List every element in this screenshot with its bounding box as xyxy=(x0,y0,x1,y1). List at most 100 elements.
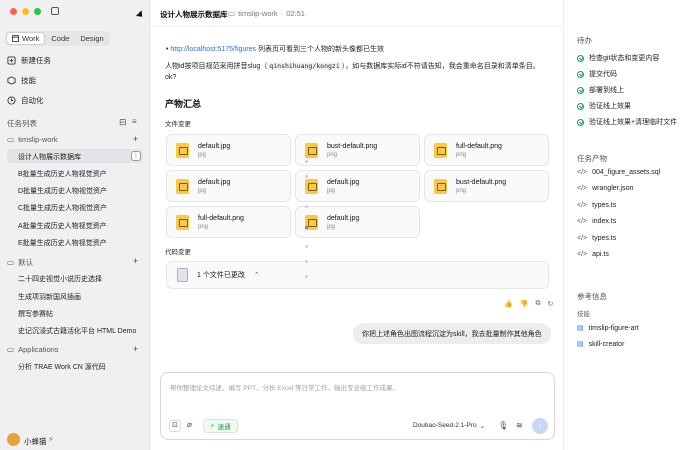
artifact-item[interactable]: </> types.ts xyxy=(577,235,616,242)
avatar[interactable] xyxy=(7,433,20,446)
page-title: 设计人物展示数据库 xyxy=(160,10,228,19)
message-bullet: • http://localhost:5175/figures 列表页可看到三个… xyxy=(166,46,384,53)
project-name[interactable]: timslip-work xyxy=(238,9,278,18)
thumbs-down-icon[interactable]: 👎 xyxy=(520,300,529,308)
task-menu-icon[interactable]: ⋮ xyxy=(131,151,141,161)
file-name: default.jpg xyxy=(327,214,360,222)
task-item[interactable]: 撰写参赛帖 xyxy=(18,309,53,319)
tab-design[interactable]: Design xyxy=(75,32,108,45)
add-task-icon[interactable]: + xyxy=(133,134,138,144)
check-circle-icon xyxy=(577,118,584,126)
thumbs-up-icon[interactable]: 👍 xyxy=(504,300,513,308)
artifacts-title: 任务产物 xyxy=(577,154,607,163)
bolt-icon: ⚡ xyxy=(210,423,215,430)
file-card[interactable]: default.jpg jpg xyxy=(295,206,420,238)
artifact-item[interactable]: </> wrangler.json xyxy=(577,185,633,192)
folder-icon: ▭ xyxy=(7,345,15,354)
close-window-button[interactable] xyxy=(10,8,17,15)
todo-item: 验证线上效果 xyxy=(577,101,631,111)
file-name: default.jpg xyxy=(198,178,231,186)
task-item[interactable]: E批量生成历史人物视觉资产 xyxy=(18,238,107,248)
main-panel: 设计人物展示数据库 ▭ timslip-work · 02:51 • http:… xyxy=(150,0,563,450)
automation-nav-item[interactable]: 自动化 xyxy=(7,95,44,106)
timeline-dot xyxy=(305,260,308,263)
artifact-item[interactable]: </> api.ts xyxy=(577,251,609,258)
line2-suffix: ），如与数据库实际id不符请告知，我会重命名目录和清单条目。 xyxy=(341,63,540,70)
group-name: 默认 xyxy=(18,258,34,267)
file-ext: jpg xyxy=(327,223,336,230)
todo-label: 提交代码 xyxy=(589,71,617,78)
task-item[interactable]: 二十四史视觉小说历史选择 xyxy=(18,274,102,284)
tab-code[interactable]: Code xyxy=(46,32,74,45)
skill-item[interactable]: ▤ skill-creator xyxy=(577,340,624,349)
artifact-item[interactable]: </> types.ts xyxy=(577,202,616,209)
file-card[interactable]: bust-default.png png xyxy=(295,134,420,166)
composer[interactable]: 帮你整理论文综述、编写 PPT、分析 Excel 等日常工作，输出专业级工作成果… xyxy=(160,372,555,440)
microphone-icon[interactable]: 🎙 xyxy=(498,421,508,430)
add-task-icon[interactable]: + xyxy=(133,256,138,266)
file-card[interactable]: bust-default.png png xyxy=(424,170,549,202)
skills-nav-item[interactable]: 技能 xyxy=(7,75,36,86)
file-card[interactable]: default.jpg jpg xyxy=(295,170,420,202)
file-name: bust-default.png xyxy=(456,178,507,186)
file-card[interactable]: full-default.png png xyxy=(424,134,549,166)
header-divider xyxy=(150,26,563,27)
filter-icon[interactable]: ≡ xyxy=(132,117,137,126)
line2-end: ok? xyxy=(165,74,177,81)
task-item[interactable]: 设计人物展示数据库 xyxy=(18,152,81,162)
group-timslip-work[interactable]: ▭ timslip-work xyxy=(7,135,58,144)
composer-placeholder[interactable]: 帮你整理论文综述、编写 PPT、分析 Excel 等日常工作，输出专业级工作成果… xyxy=(170,382,540,392)
model-selector[interactable]: Doubao-Seed-2.1-Pro ⌄ xyxy=(413,422,485,430)
timeline-dot xyxy=(305,175,308,178)
attachment-box-icon[interactable]: ⊡ xyxy=(169,420,181,432)
task-item[interactable]: C批量生成历史人物视觉资产 xyxy=(18,203,107,213)
minimize-window-button[interactable] xyxy=(22,8,29,15)
expand-icon: ⌃ xyxy=(253,272,260,279)
file-name: full-default.png xyxy=(198,214,244,222)
file-card[interactable]: full-default.png png xyxy=(166,206,291,238)
check-circle-icon xyxy=(577,102,584,110)
task-item[interactable]: A批量生成历史人物视觉资产 xyxy=(18,221,107,231)
file-card[interactable]: default.jpg jpg xyxy=(166,134,291,166)
skill-item[interactable]: ▤ timslip-figure-art xyxy=(577,324,639,333)
task-item[interactable]: 史记沉浸式古籍活化平台 HTML Demo xyxy=(18,326,136,336)
slug-code: qinshihuang/kongzi xyxy=(267,62,342,70)
task-item[interactable]: 生成项羽新国风插画 xyxy=(18,292,81,302)
collapse-icon[interactable]: ⊟ xyxy=(119,117,127,128)
book-icon: ▤ xyxy=(577,325,584,332)
file-card[interactable]: default.jpg jpg xyxy=(166,170,291,202)
file-ext: jpg xyxy=(198,151,207,158)
tab-work[interactable]: Work xyxy=(6,32,46,45)
sidebar-toggle-icon[interactable] xyxy=(51,7,59,15)
file-ext: png xyxy=(456,187,467,194)
image-file-icon xyxy=(176,142,189,158)
task-item[interactable]: D批量生成历史人物视觉资产 xyxy=(18,186,107,196)
copy-icon[interactable]: ⧉ xyxy=(535,300,540,308)
sidebar: Work Code Design 新建任务 技能 自动化 任务列表 ⊟ ≡ ▭ … xyxy=(0,0,150,450)
task-item[interactable]: B批量生成历史人物视觉资产 xyxy=(18,169,107,179)
refresh-icon[interactable]: ↻ xyxy=(547,300,553,308)
mode-switcher: Work Code Design xyxy=(5,31,110,46)
localhost-link[interactable]: http://localhost:5175/figures xyxy=(170,46,256,53)
check-circle-icon xyxy=(577,54,584,62)
voice-wave-icon[interactable]: ≋ xyxy=(516,421,523,430)
todo-label: 验证线上效果+清理临时文件 xyxy=(589,119,678,126)
send-button[interactable]: ↑ xyxy=(532,418,548,434)
user-name: 小蜂猫 xyxy=(24,437,47,446)
user-message-bubble: 你把上述角色出图流程沉淀为skill，我去批量制作其他角色 xyxy=(353,323,551,344)
new-task-button[interactable]: 新建任务 xyxy=(7,55,51,66)
paperclip-icon[interactable]: ⌀ xyxy=(187,420,192,429)
code-changes-card[interactable]: 1 个文件已更改 ⌃ xyxy=(166,261,549,289)
file-name: default.jpg xyxy=(327,178,360,186)
image-file-icon xyxy=(176,178,189,194)
task-item[interactable]: 分析 TRAE Work CN 源代码 xyxy=(18,362,106,372)
group-default[interactable]: ▭ 默认 xyxy=(7,257,33,268)
zoom-window-button[interactable] xyxy=(34,8,41,15)
artifact-item[interactable]: </> 004_figure_assets.sql xyxy=(577,169,660,176)
add-task-icon[interactable]: + xyxy=(133,344,138,354)
artifact-item[interactable]: </> index.ts xyxy=(577,218,616,225)
group-applications[interactable]: ▭ Applications xyxy=(7,345,59,354)
speed-mode-button[interactable]: ⚡ 速通 xyxy=(203,419,238,433)
artifact-label: wrangler.json xyxy=(592,185,634,192)
code-file-icon xyxy=(177,268,188,282)
